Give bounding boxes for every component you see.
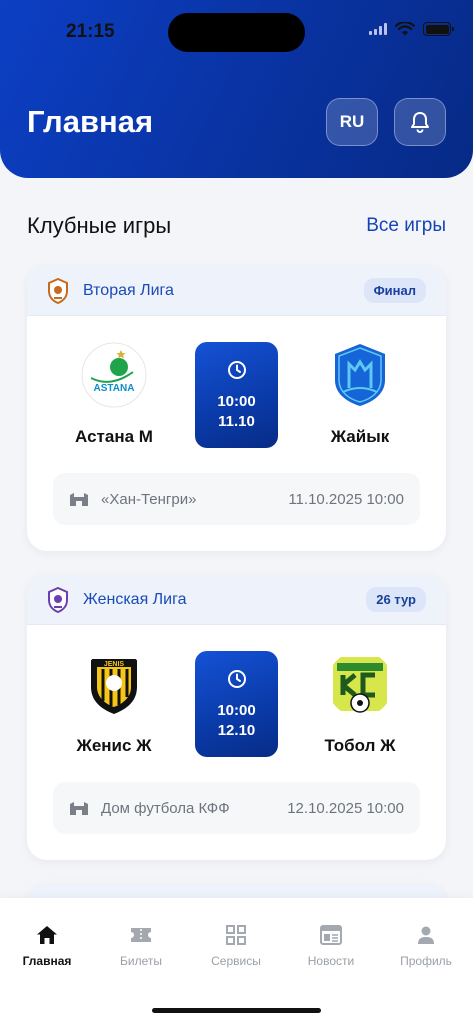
away-team[interactable]: Тобол Ж bbox=[295, 651, 425, 756]
notifications-button[interactable] bbox=[394, 98, 446, 146]
tobol-logo-icon bbox=[333, 657, 387, 713]
tab-label: Новости bbox=[307, 954, 355, 968]
tab-bar: Главная Билеты Сервисы Новости Профиль bbox=[0, 898, 473, 1024]
league-logo-icon bbox=[48, 277, 68, 304]
card-header: Женская Лига 26 тур bbox=[27, 575, 446, 625]
svg-text:JENIS: JENIS bbox=[104, 661, 125, 668]
match-date: 11.10 bbox=[218, 413, 255, 430]
venue-row: Дом футбола КФФ 12.10.2025 10:00 bbox=[53, 782, 420, 834]
status-icons bbox=[369, 22, 454, 36]
away-team[interactable]: Жайык bbox=[295, 342, 425, 447]
battery-icon bbox=[423, 22, 454, 36]
match-date: 12.10 bbox=[217, 722, 256, 739]
away-team-name: Тобол Ж bbox=[324, 736, 396, 755]
astana-logo-icon: ASTANA bbox=[81, 342, 147, 408]
stadium-icon bbox=[70, 493, 88, 506]
teams-row: JENIS Женис Ж 10:00 12.10 Тобол Ж bbox=[27, 625, 446, 795]
teams-row: ASTANA Астана М 10:00 11.10 Жайык bbox=[27, 316, 446, 486]
cellular-signal-icon bbox=[369, 23, 387, 35]
away-team-name: Жайык bbox=[330, 427, 390, 446]
match-time: 10:00 bbox=[217, 393, 256, 410]
clock-icon bbox=[227, 361, 246, 379]
tab-label: Сервисы bbox=[211, 954, 261, 968]
section-title: Клубные игры bbox=[27, 213, 172, 238]
bell-icon bbox=[411, 112, 429, 133]
news-icon bbox=[320, 925, 342, 945]
match-time: 10:00 bbox=[217, 702, 256, 719]
home-team-name: Женис Ж bbox=[76, 736, 152, 755]
home-team[interactable]: ASTANA Астана М bbox=[49, 342, 179, 447]
zhaiyk-logo-icon bbox=[335, 344, 385, 406]
tab-profile[interactable]: Профиль bbox=[379, 924, 473, 968]
clock-icon bbox=[227, 670, 246, 688]
status-time: 21:15 bbox=[66, 21, 115, 42]
home-team-name: Астана М bbox=[75, 427, 153, 446]
venue-name: «Хан-Тенгри» bbox=[101, 490, 197, 508]
match-card[interactable]: Вторая Лига Финал ASTANA Астана М 10:00 … bbox=[27, 266, 446, 551]
tab-label: Профиль bbox=[400, 954, 452, 968]
match-datetime: 12.10.2025 10:00 bbox=[287, 799, 404, 817]
tab-services[interactable]: Сервисы bbox=[189, 924, 283, 968]
tab-news[interactable]: Новости bbox=[284, 924, 378, 968]
zhenis-logo-icon: JENIS bbox=[91, 659, 137, 714]
league-logo-icon bbox=[48, 586, 68, 613]
league-name: Вторая Лига bbox=[83, 281, 174, 299]
venue-row: «Хан-Тенгри» 11.10.2025 10:00 bbox=[53, 473, 420, 525]
home-indicator bbox=[152, 1008, 321, 1013]
all-games-link[interactable]: Все игры bbox=[366, 215, 446, 237]
match-time-box: 10:00 12.10 bbox=[195, 651, 278, 757]
match-card[interactable]: Женская Лига 26 тур JENIS Женис Ж 10:00 … bbox=[27, 575, 446, 860]
language-button[interactable]: RU bbox=[326, 98, 378, 146]
venue-name: Дом футбола КФФ bbox=[101, 799, 230, 817]
home-icon bbox=[37, 926, 57, 944]
dynamic-island bbox=[168, 13, 305, 52]
card-header: Вторая Лига Финал bbox=[27, 266, 446, 316]
match-time-box: 10:00 11.10 bbox=[195, 342, 278, 448]
page-title: Главная bbox=[27, 104, 154, 139]
tab-tickets[interactable]: Билеты bbox=[94, 924, 188, 968]
ticket-icon bbox=[131, 928, 151, 942]
stadium-icon bbox=[70, 802, 88, 815]
grid-icon bbox=[226, 925, 246, 945]
tab-home[interactable]: Главная bbox=[0, 924, 94, 968]
svg-text:ASTANA: ASTANA bbox=[94, 383, 135, 394]
profile-icon bbox=[418, 926, 434, 944]
tab-label: Главная bbox=[22, 954, 72, 968]
home-team[interactable]: JENIS Женис Ж bbox=[49, 651, 179, 756]
round-badge: 26 тур bbox=[366, 587, 426, 612]
wifi-icon bbox=[395, 22, 415, 36]
league-name: Женская Лига bbox=[83, 590, 187, 608]
tab-label: Билеты bbox=[120, 954, 162, 968]
match-datetime: 11.10.2025 10:00 bbox=[288, 490, 404, 508]
stage-badge: Финал bbox=[363, 278, 426, 303]
